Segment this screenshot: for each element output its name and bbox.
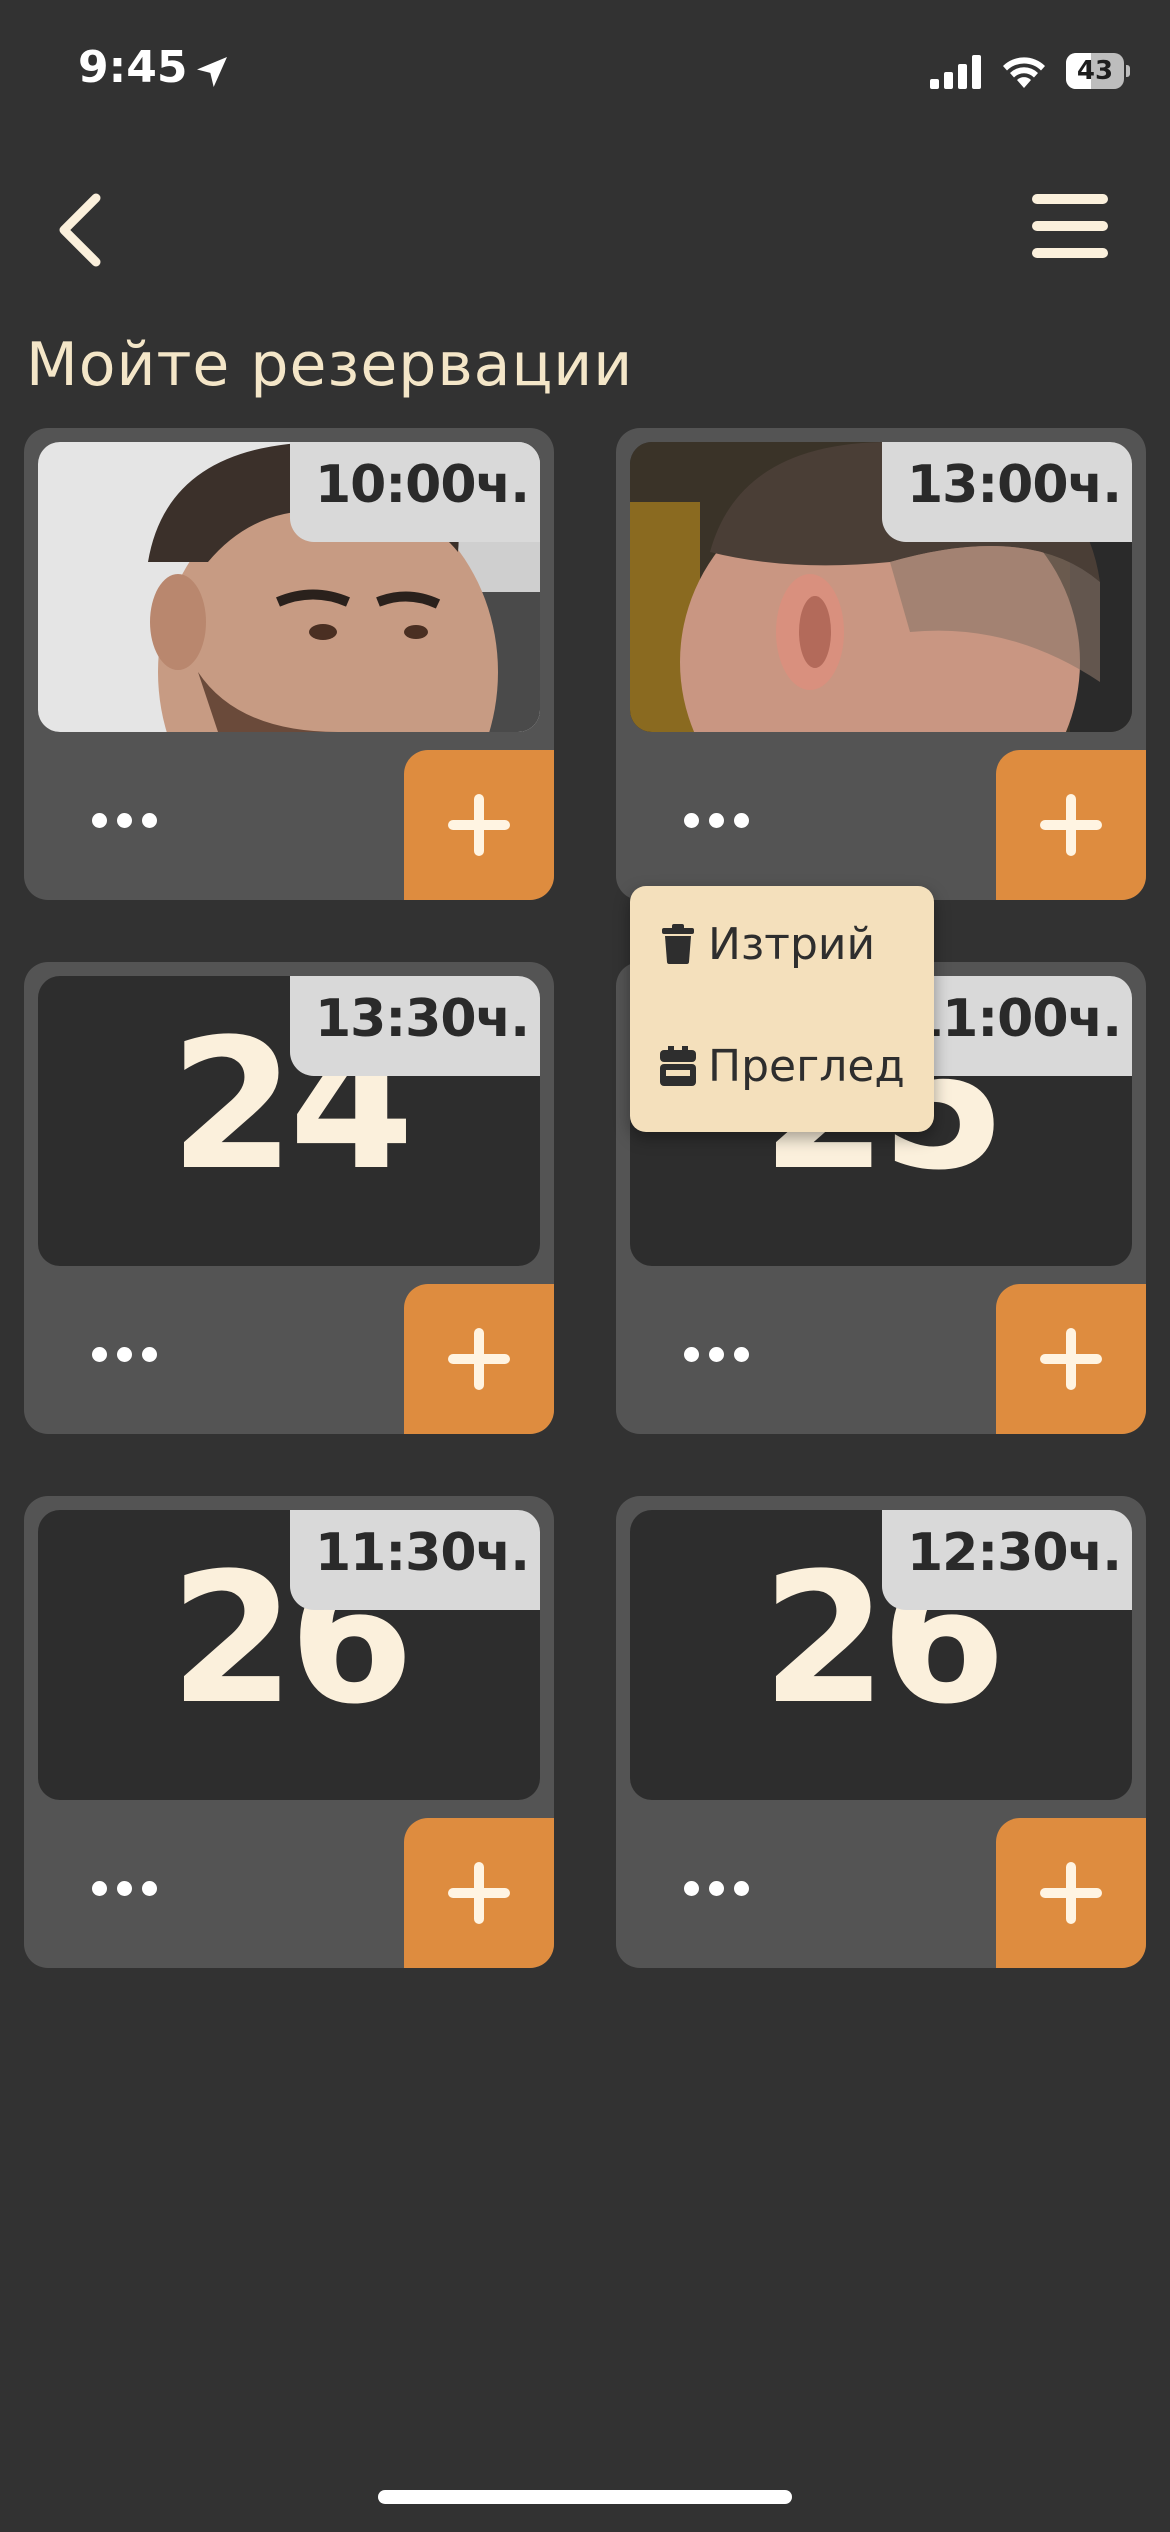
card-media: 24 13:30ч.: [38, 976, 540, 1266]
more-options-button[interactable]: [668, 790, 764, 850]
time-badge: 10:00ч.: [290, 442, 540, 542]
view-label: Преглед: [708, 1040, 905, 1092]
add-button[interactable]: [996, 1818, 1146, 1968]
add-button[interactable]: [404, 750, 554, 900]
status-indicators: 43: [930, 46, 1130, 98]
card-media: 10:00ч.: [38, 442, 540, 732]
reservation-card[interactable]: 26 11:30ч.: [24, 1496, 554, 1968]
more-options-button[interactable]: [76, 1324, 172, 1384]
status-time: 9:45: [78, 42, 188, 93]
more-options-button[interactable]: [668, 1324, 764, 1384]
reservation-card[interactable]: 13:00ч.: [616, 428, 1146, 900]
location-arrow-icon: [197, 57, 227, 87]
card-media: 26 12:30ч.: [630, 1510, 1132, 1800]
reservation-card[interactable]: 24 13:30ч.: [24, 962, 554, 1434]
cellular-signal-icon: [930, 55, 981, 89]
more-options-button[interactable]: [76, 1858, 172, 1918]
menu-button[interactable]: [1030, 190, 1114, 266]
chevron-left-icon: [59, 193, 101, 267]
time-badge: 13:30ч.: [290, 976, 540, 1076]
add-button[interactable]: [996, 1284, 1146, 1434]
more-options-button[interactable]: [76, 790, 172, 850]
battery-percent: 43: [1076, 56, 1114, 86]
back-button[interactable]: [46, 180, 126, 280]
time-badge: 13:00ч.: [882, 442, 1132, 542]
home-indicator[interactable]: [378, 2490, 792, 2504]
hamburger-menu-icon: [1032, 194, 1108, 258]
reservation-card[interactable]: 10:00ч.: [24, 428, 554, 900]
add-button[interactable]: [996, 750, 1146, 900]
context-menu: Изтрий Преглед: [630, 886, 934, 1132]
time-badge: 12:30ч.: [882, 1510, 1132, 1610]
card-media: 13:00ч.: [630, 442, 1132, 732]
add-button[interactable]: [404, 1818, 554, 1968]
time-badge: 11:30ч.: [290, 1510, 540, 1610]
wifi-icon: [1003, 57, 1045, 88]
calendar-icon: [660, 1046, 696, 1086]
status-bar: 9:45 43: [0, 0, 1170, 150]
trash-icon: [662, 924, 694, 964]
card-media: 26 11:30ч.: [38, 1510, 540, 1800]
battery-icon: 43: [1066, 53, 1130, 91]
delete-label: Изтрий: [708, 918, 876, 970]
page-title: Мойте резервации: [26, 330, 634, 400]
more-options-button[interactable]: [668, 1858, 764, 1918]
delete-menu-item[interactable]: Изтрий: [660, 904, 875, 984]
add-button[interactable]: [404, 1284, 554, 1434]
reservation-card[interactable]: 26 12:30ч.: [616, 1496, 1146, 1968]
view-menu-item[interactable]: Преглед: [660, 1026, 905, 1106]
